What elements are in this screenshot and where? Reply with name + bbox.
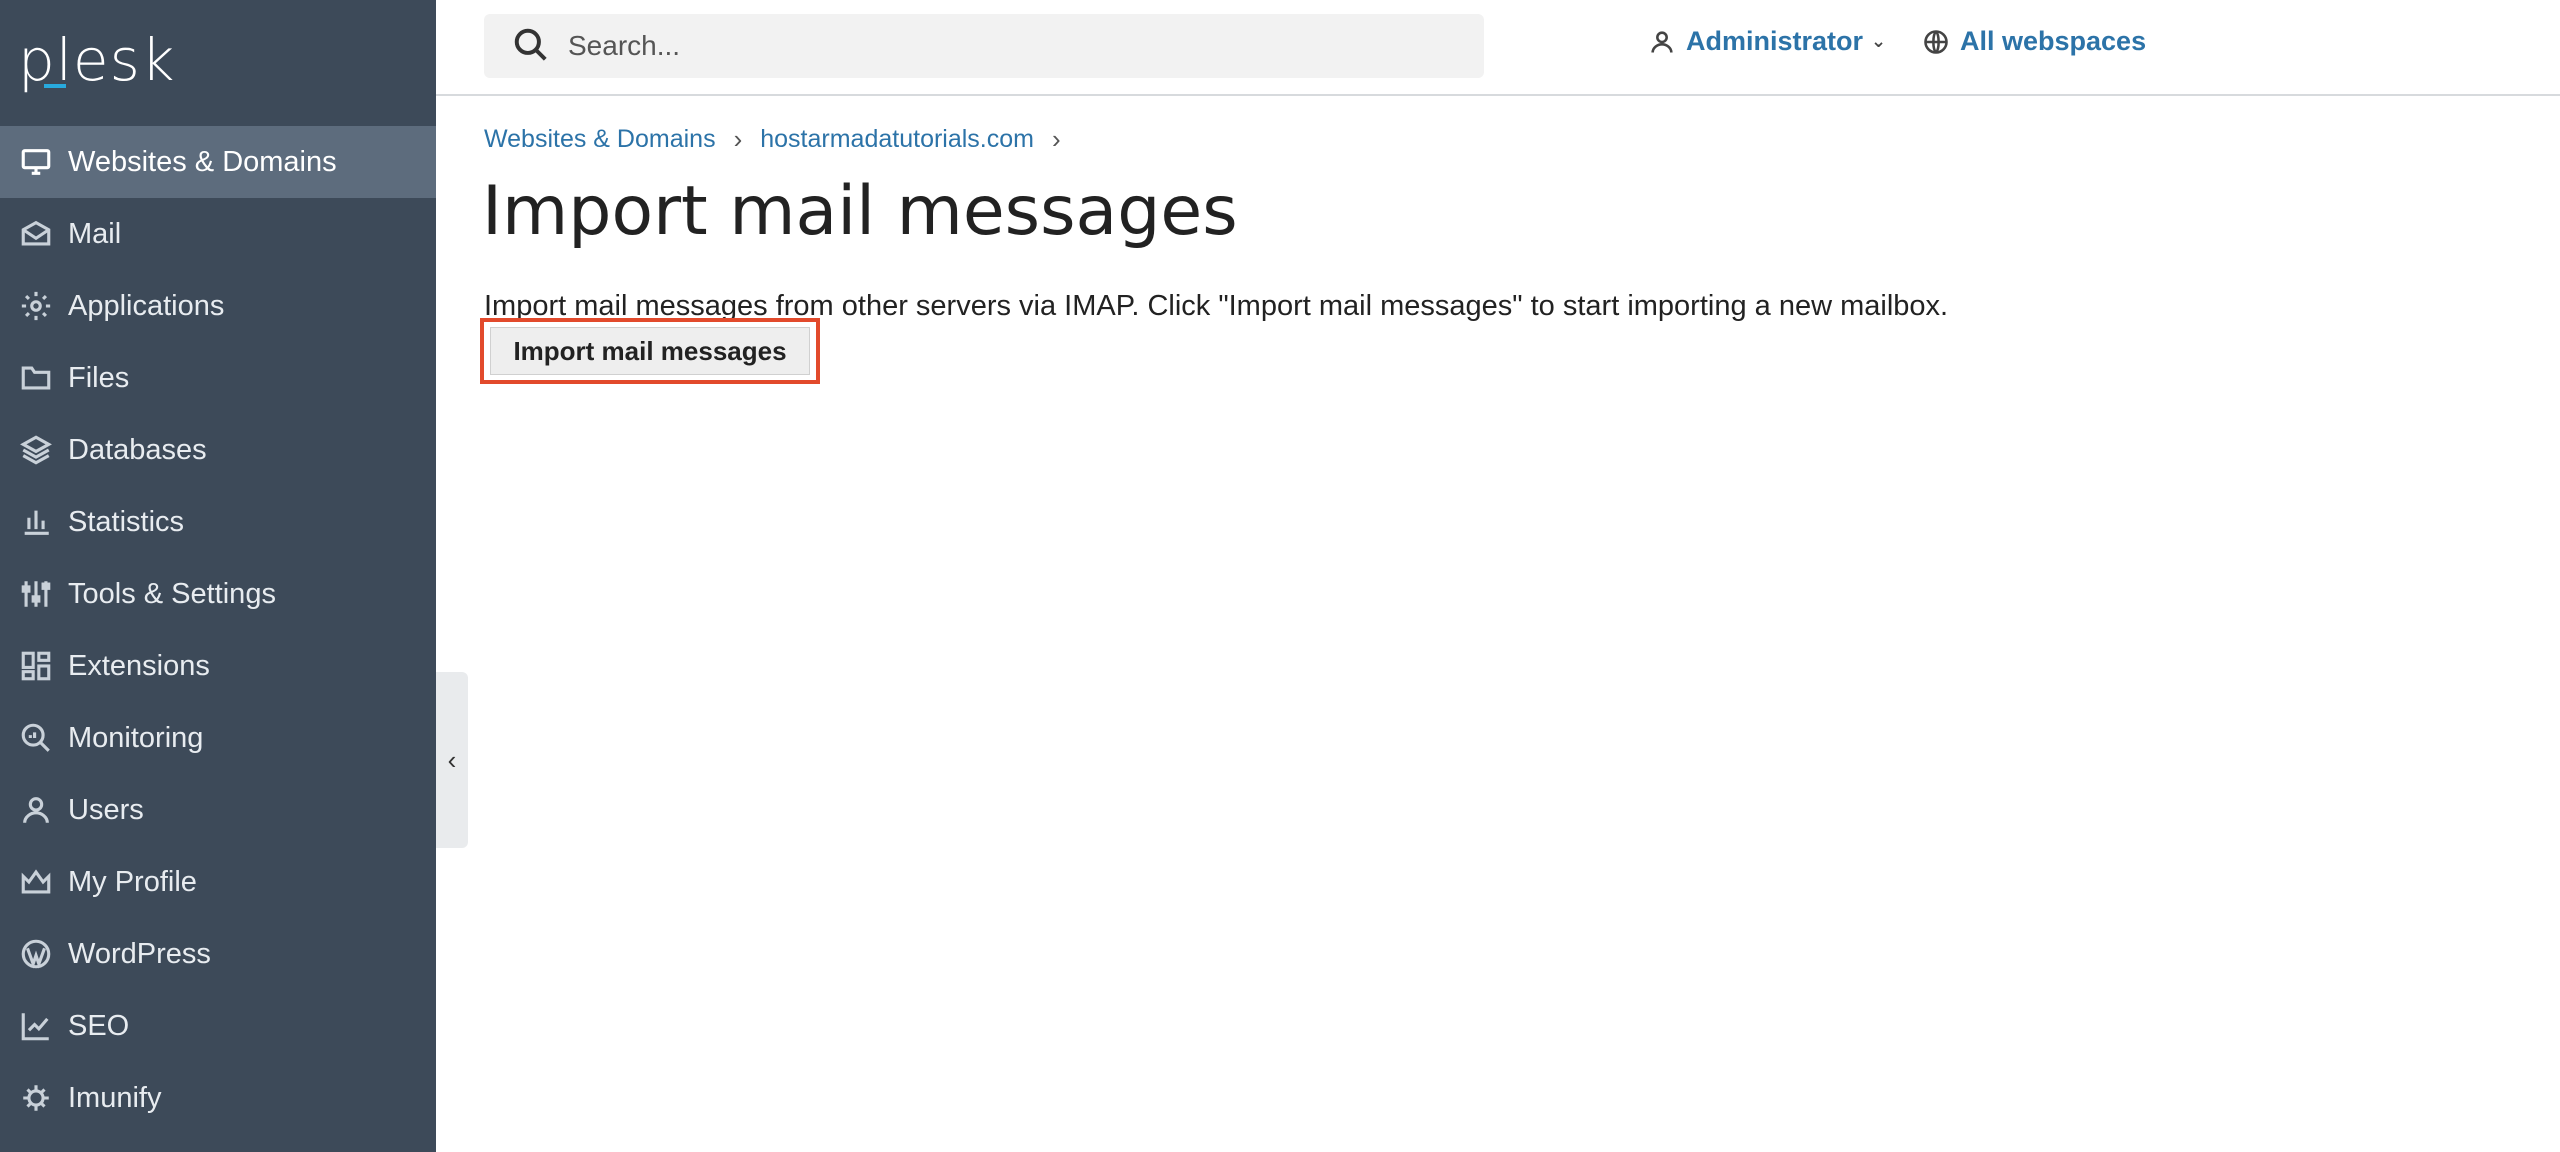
sidebar-item-label: Extensions: [68, 649, 210, 682]
sidebar-item-statistics[interactable]: Statistics: [0, 486, 436, 558]
seo-chart-icon: [18, 1008, 54, 1044]
wordpress-icon: [18, 936, 54, 972]
search-icon: [512, 26, 552, 66]
gear-icon: [18, 288, 54, 324]
sidebar-nav: Websites & Domains Mail Applications Fil…: [0, 126, 436, 1134]
sidebar-item-label: My Profile: [68, 865, 197, 898]
sidebar: plesk Websites & Domains Mail Applicatio…: [0, 0, 436, 1152]
grid-icon: [18, 648, 54, 684]
sidebar-item-tools-settings[interactable]: Tools & Settings: [0, 558, 436, 630]
sidebar-item-label: Users: [68, 793, 144, 826]
sidebar-item-seo[interactable]: SEO: [0, 990, 436, 1062]
sidebar-item-my-profile[interactable]: My Profile: [0, 846, 436, 918]
sidebar-item-monitoring[interactable]: Monitoring: [0, 702, 436, 774]
sidebar-item-applications[interactable]: Applications: [0, 270, 436, 342]
sidebar-item-label: SEO: [68, 1009, 130, 1042]
sidebar-item-websites-domains[interactable]: Websites & Domains: [0, 126, 436, 198]
sidebar-item-label: Files: [68, 361, 130, 394]
breadcrumb-domain[interactable]: hostarmadatutorials.com: [760, 125, 1034, 154]
plesk-logo[interactable]: plesk: [18, 26, 175, 94]
import-mail-messages-button[interactable]: Import mail messages: [490, 327, 810, 375]
sidebar-item-label: Tools & Settings: [68, 577, 276, 610]
sidebar-item-label: Statistics: [68, 505, 185, 538]
sidebar-item-label: Websites & Domains: [68, 145, 337, 178]
bar-chart-icon: [18, 504, 54, 540]
monitor-icon: [18, 144, 54, 180]
highlight-box: Import mail messages: [480, 318, 820, 384]
breadcrumb-websites-domains[interactable]: Websites & Domains: [484, 125, 716, 154]
page-title: Import mail messages: [482, 172, 1238, 251]
user-icon: [1651, 30, 1673, 53]
sidebar-item-mail[interactable]: Mail: [0, 198, 436, 270]
envelope-icon: [18, 216, 54, 252]
sidebar-item-label: Mail: [68, 217, 122, 250]
globe-icon: [1924, 29, 1948, 54]
magnifier-chart-icon: [18, 720, 54, 756]
sidebar-item-extensions[interactable]: Extensions: [0, 630, 436, 702]
user-menu[interactable]: Administrator ⌄: [1648, 26, 1886, 57]
sidebar-item-users[interactable]: Users: [0, 774, 436, 846]
user-menu-label: Administrator: [1686, 26, 1864, 56]
sidebar-item-label: Applications: [68, 289, 225, 322]
crown-icon: [18, 864, 54, 900]
sidebar-item-label: Imunify: [68, 1081, 162, 1114]
sidebar-item-label: Monitoring: [68, 721, 204, 754]
sidebar-item-imunify[interactable]: Imunify: [0, 1062, 436, 1134]
sidebar-item-label: Databases: [68, 433, 207, 466]
sidebar-item-files[interactable]: Files: [0, 342, 436, 414]
search-box[interactable]: [484, 14, 1484, 78]
webspaces-label: All webspaces: [1960, 26, 2147, 56]
search-input[interactable]: [566, 29, 1450, 63]
breadcrumb: Websites & Domains › hostarmadatutorials…: [484, 124, 1079, 155]
chevron-right-icon: ›: [1051, 124, 1061, 154]
user-icon: [18, 792, 54, 828]
layers-icon: [18, 432, 54, 468]
sidebar-item-wordpress[interactable]: WordPress: [0, 918, 436, 990]
chevron-down-icon: ⌄: [1871, 31, 1887, 51]
chevron-right-icon: ›: [733, 124, 743, 154]
top-bar: [436, 0, 2560, 96]
webspaces-menu[interactable]: All webspaces: [1922, 26, 2146, 57]
imunify-gear-icon: [18, 1080, 54, 1116]
sidebar-collapse-handle[interactable]: ‹: [436, 672, 468, 848]
chevron-left-icon: ‹: [447, 744, 457, 775]
folder-icon: [18, 360, 54, 396]
sidebar-item-databases[interactable]: Databases: [0, 414, 436, 486]
logo-accent: [44, 84, 66, 88]
sidebar-item-label: WordPress: [68, 937, 211, 970]
sliders-icon: [18, 576, 54, 612]
